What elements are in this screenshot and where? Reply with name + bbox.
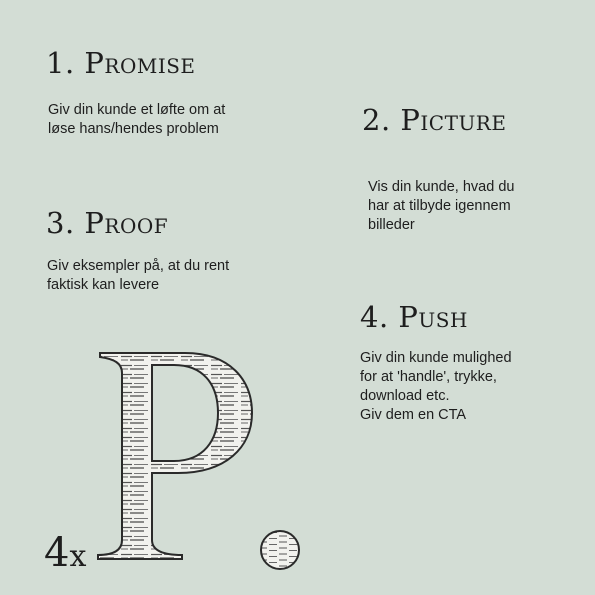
- picture-line: Vis din kunde, hvad du: [368, 179, 515, 195]
- proof-line: faktisk kan levere: [47, 277, 160, 293]
- push-line: Giv din kunde mulighed: [360, 350, 512, 366]
- picture-line: har at tilbyde igennem: [368, 198, 511, 214]
- picture-line: billeder: [368, 217, 415, 233]
- push-line: Giv dem en CTA: [360, 407, 467, 423]
- promise-description: Giv din kunde et løfte om at løse hans/h…: [48, 101, 225, 139]
- newspaper-dot-logo: [258, 528, 302, 572]
- picture-description: Vis din kunde, hvad du har at tilbyde ig…: [368, 178, 514, 235]
- promise-line: løse hans/hendes problem: [48, 121, 219, 137]
- push-line: download etc.: [360, 388, 450, 404]
- push-description: Giv din kunde mulighed for at 'handle', …: [360, 349, 512, 425]
- proof-description: Giv eksempler på, at du rent faktisk kan…: [47, 257, 229, 295]
- picture-heading: 2. Picture: [362, 103, 507, 137]
- push-line: for at 'handle', trykke,: [360, 369, 497, 385]
- dot-icon: [260, 530, 300, 570]
- four-number: 4: [44, 530, 70, 576]
- four-x-suffix: x: [69, 539, 87, 574]
- four-x-label: 4x: [44, 529, 86, 581]
- proof-line: Giv eksempler på, at du rent: [47, 258, 230, 274]
- proof-heading: 3. Proof: [46, 206, 169, 240]
- letter-p-icon: [97, 352, 254, 560]
- promise-line: Giv din kunde et løfte om at: [48, 102, 226, 118]
- newspaper-letter-p-logo: [90, 345, 265, 565]
- promise-heading: 1. Promise: [46, 46, 196, 80]
- push-heading: 4. Push: [360, 300, 468, 334]
